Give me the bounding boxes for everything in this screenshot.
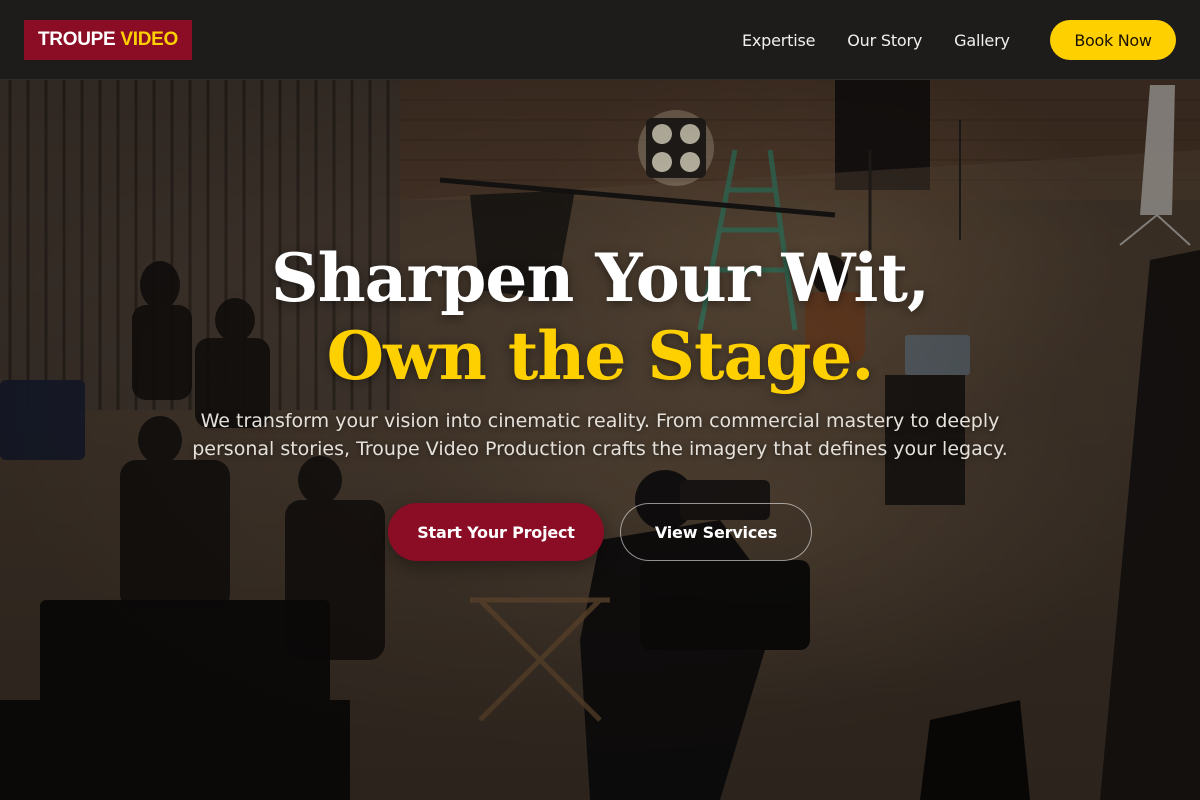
hero-subtitle-line1: We transform your vision into cinematic … bbox=[200, 410, 1000, 432]
brand-logo[interactable]: TROUPE VIDEO bbox=[24, 20, 192, 60]
view-services-button[interactable]: View Services bbox=[620, 503, 812, 561]
nav-link-our-story[interactable]: Our Story bbox=[847, 31, 922, 50]
hero-subtitle-line2: personal stories, Troupe Video Productio… bbox=[192, 438, 1008, 460]
logo-word-troupe: TROUPE bbox=[38, 29, 116, 50]
nav-link-gallery[interactable]: Gallery bbox=[954, 31, 1010, 50]
main-nav: Expertise Our Story Gallery bbox=[742, 0, 1042, 80]
hero-dark-overlay bbox=[0, 0, 1200, 800]
start-project-button[interactable]: Start Your Project bbox=[388, 503, 604, 561]
hero-headline: Sharpen Your Wit, Own the Stage. bbox=[0, 236, 1200, 392]
hero-subtitle: We transform your vision into cinematic … bbox=[180, 407, 1020, 463]
hero-headline-line1: Sharpen Your Wit, bbox=[271, 239, 930, 317]
nav-link-expertise[interactable]: Expertise bbox=[742, 31, 815, 50]
book-now-button[interactable]: Book Now bbox=[1050, 20, 1176, 60]
hero-headline-line2: Own the Stage. bbox=[326, 317, 875, 395]
logo-word-video: VIDEO bbox=[120, 29, 178, 50]
site-navbar: TROUPE VIDEO Expertise Our Story Gallery… bbox=[0, 0, 1200, 80]
hero-background-image bbox=[0, 0, 1200, 800]
